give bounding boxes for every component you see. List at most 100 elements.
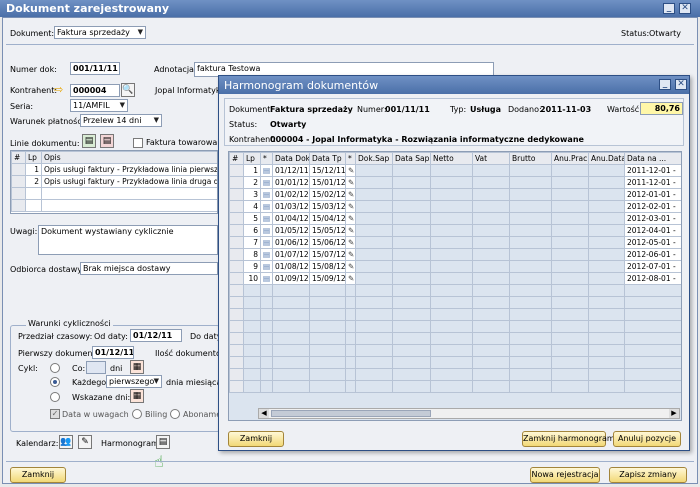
table-row[interactable]: 1 ▤ 01/12/11 15/12/11 ✎ 2011-12-01 - (229, 164, 681, 177)
biling-radio[interactable] (132, 409, 142, 419)
document-number-label: Numer dok: (10, 65, 57, 74)
horizontal-scrollbar[interactable]: ◀ ▶ (258, 408, 680, 419)
document-icon: ▤ (260, 164, 273, 177)
cancel-positions-button[interactable]: Anuluj pozycje (613, 431, 681, 447)
row-data-na: 2012-04-01 - (624, 224, 681, 237)
row-data-dok: 01/01/12 (272, 176, 310, 189)
schedule-icon[interactable]: ▤ (156, 435, 170, 449)
table-row[interactable] (229, 320, 681, 333)
main-close-button[interactable]: Zamknij (10, 467, 66, 483)
odbiorca-field[interactable]: Brak miejsca dostawy (80, 262, 218, 275)
people-icon[interactable]: 👥 (59, 435, 73, 449)
row-lp: 9 (243, 260, 261, 273)
document-type-select[interactable]: Faktura sprzedaży (54, 26, 146, 39)
line-lp: 1 (25, 163, 42, 176)
row-data-tp: 15/08/12 (309, 260, 346, 273)
row-data-dok: 01/08/12 (272, 260, 310, 273)
table-row[interactable]: 9 ▤ 01/08/12 15/08/12 ✎ 2012-07-01 - (229, 260, 681, 273)
h-dokument-value: Faktura sprzedaży (270, 105, 353, 114)
table-row[interactable]: 3 ▤ 01/02/12 15/02/12 ✎ 2012-01-01 - (229, 188, 681, 201)
row-data-tp: 15/01/12 (309, 176, 346, 189)
linie-dokumentu-label: Linie dokumentu: (10, 139, 80, 148)
add-line-icon[interactable]: ▤ (82, 134, 96, 148)
wskazane-radio[interactable] (50, 392, 60, 402)
table-row[interactable]: 8 ▤ 01/07/12 15/07/12 ✎ 2012-06-01 - (229, 248, 681, 261)
faktura-towarowa-checkbox[interactable] (133, 138, 143, 148)
kontrahent-code-field[interactable]: 000004 (70, 84, 120, 97)
col-vat[interactable]: Vat (472, 152, 510, 165)
kazdego-select[interactable]: pierwszego (106, 375, 162, 388)
arrow-right-icon[interactable]: ⇨ (54, 83, 63, 96)
co-label: Co: (72, 364, 86, 373)
row-lp: 1 (243, 164, 261, 177)
harmonogram-label: Harmonogram: (101, 439, 162, 448)
abonament-radio[interactable] (170, 409, 180, 419)
calendar-icon[interactable]: ▦ (130, 389, 144, 403)
scroll-right-icon[interactable]: ▶ (669, 409, 679, 418)
kazdego-radio[interactable] (50, 377, 60, 387)
row-data-na: 2012-07-01 - (624, 260, 681, 273)
minimize-icon[interactable]: _ (663, 3, 675, 14)
col-data-dok[interactable]: Data Dok (272, 152, 310, 165)
header-divider (6, 44, 694, 45)
od-daty-field[interactable]: 01/12/11 (130, 329, 182, 342)
h-status-label: Status: (229, 120, 258, 129)
table-row[interactable] (229, 344, 681, 357)
col-brutto[interactable]: Brutto (509, 152, 552, 165)
minimize-icon[interactable]: _ (659, 79, 671, 90)
document-icon: ▤ (260, 272, 273, 285)
close-icon[interactable]: ✕ (675, 79, 687, 90)
table-row[interactable] (229, 356, 681, 369)
col-anu-prac[interactable]: Anu.Prac (551, 152, 589, 165)
col-dok-sap[interactable]: Dok.Sap (355, 152, 393, 165)
edit-icon[interactable]: ✎ (78, 435, 92, 449)
table-row[interactable] (229, 332, 681, 345)
calendar-icon[interactable]: ▦ (130, 360, 144, 374)
table-row[interactable]: 4 ▤ 01/03/12 15/03/12 ✎ 2012-02-01 - (229, 200, 681, 213)
document-number-field[interactable]: 001/11/11 (70, 62, 120, 75)
save-changes-button[interactable]: Zapisz zmiany (609, 467, 687, 483)
col-data-sap[interactable]: Data Sap (392, 152, 431, 165)
table-row[interactable]: 6 ▤ 01/05/12 15/05/12 ✎ 2012-04-01 - (229, 224, 681, 237)
close-schedule-button[interactable]: Zamknij harmonogram (522, 431, 615, 447)
table-row[interactable] (229, 284, 681, 297)
col-data-tp[interactable]: Data Tp (309, 152, 346, 165)
new-registration-button[interactable]: Nowa rejestracja (530, 467, 600, 483)
uwagi-textarea[interactable]: Dokument wystawiany cyklicznie (38, 225, 218, 255)
table-row[interactable]: 2 ▤ 01/01/12 15/01/12 ✎ 2011-12-01 - (229, 176, 681, 189)
table-row[interactable] (229, 380, 681, 393)
row-lp: 3 (243, 188, 261, 201)
table-row[interactable]: 10 ▤ 01/09/12 15/09/12 ✎ 2012-08-01 - (229, 272, 681, 285)
table-row[interactable] (229, 308, 681, 321)
table-row[interactable]: 7 ▤ 01/06/12 15/06/12 ✎ 2012-05-01 - (229, 236, 681, 249)
seria-select[interactable]: 11/AMFIL (70, 99, 128, 112)
scroll-thumb[interactable] (271, 410, 431, 417)
payment-terms-select[interactable]: Przelew 14 dni (80, 114, 162, 127)
row-data-dok: 01/05/12 (272, 224, 310, 237)
search-icon[interactable]: 🔍 (121, 83, 135, 97)
col-netto[interactable]: Netto (430, 152, 473, 165)
table-row[interactable]: 5 ▤ 01/04/12 15/04/12 ✎ 2012-03-01 - (229, 212, 681, 225)
scroll-left-icon[interactable]: ◀ (259, 409, 269, 418)
co-days-field[interactable] (86, 361, 106, 374)
col-data-na[interactable]: Data na ... (624, 152, 681, 165)
h-kontrahent-label: Kontrahent: (229, 135, 277, 144)
table-row[interactable] (229, 368, 681, 381)
data-w-uwagach-checkbox[interactable]: ✓ (50, 409, 60, 419)
row-lp: 5 (243, 212, 261, 225)
table-row[interactable]: 2 Opis usługi faktury - Przykładowa lini… (11, 175, 217, 188)
remove-line-icon[interactable]: ▤ (100, 134, 114, 148)
pierwszy-field[interactable]: 01/12/11 (92, 346, 134, 359)
harmonogram-close-button[interactable]: Zamknij (228, 431, 284, 447)
row-lp: 2 (243, 176, 261, 189)
biling-label: Biling (145, 410, 168, 419)
wskazane-label: Wskazane dni: (72, 393, 131, 402)
row-data-na: 2012-02-01 - (624, 200, 681, 213)
col-anu-data[interactable]: Anu.Data (588, 152, 625, 165)
table-row[interactable] (229, 296, 681, 309)
co-radio[interactable] (50, 363, 60, 373)
row-data-dok: 01/07/12 (272, 248, 310, 261)
close-icon[interactable]: ✕ (679, 3, 691, 14)
table-row[interactable]: 1 Opis usługi faktury - Przykładowa lini… (11, 163, 217, 176)
row-data-dok: 01/02/12 (272, 188, 310, 201)
